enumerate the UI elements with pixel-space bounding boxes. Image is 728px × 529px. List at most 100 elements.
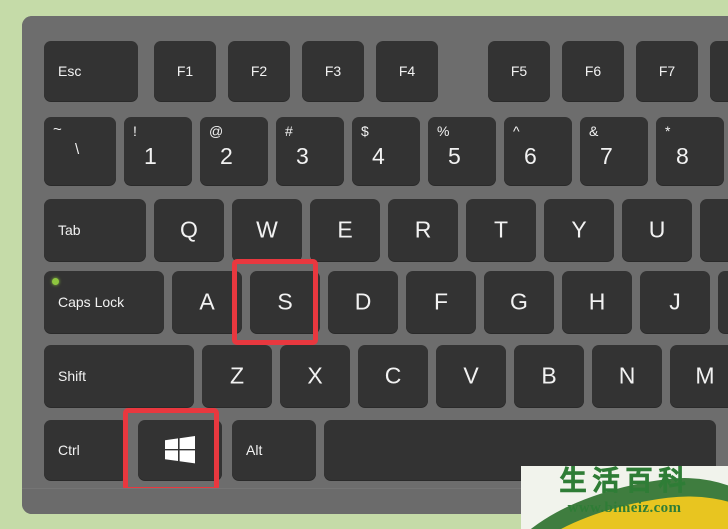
key-label: Caps Lock: [58, 294, 125, 310]
key-label: T: [493, 216, 509, 243]
key-i[interactable]: I: [700, 199, 728, 261]
key-z[interactable]: Z: [202, 345, 272, 407]
key-c[interactable]: C: [358, 345, 428, 407]
key-f3[interactable]: F3: [302, 41, 364, 101]
key-digit-2[interactable]: @2: [200, 117, 268, 185]
watermark-chinese-text: 生活百科: [559, 466, 692, 497]
key-label: Esc: [58, 63, 82, 79]
key-g[interactable]: G: [484, 271, 554, 333]
key-label: Ctrl: [58, 442, 80, 458]
key-label: F6: [584, 63, 602, 79]
key-label: E: [337, 216, 353, 243]
key-legend-base: 3: [296, 143, 309, 169]
key-q[interactable]: Q: [154, 199, 224, 261]
key-legend-base: 6: [524, 143, 537, 169]
key-label: J: [669, 288, 681, 315]
key-legend-base: 2: [220, 143, 233, 169]
key-label: Q: [180, 216, 198, 243]
key-label: G: [510, 288, 528, 315]
key-b[interactable]: B: [514, 345, 584, 407]
key-digit-7[interactable]: & 7: [580, 117, 648, 185]
key-j[interactable]: J: [640, 271, 710, 333]
key-legend-shifted: $: [361, 123, 369, 139]
key-alt[interactable]: Alt: [232, 420, 316, 480]
key-u[interactable]: U: [622, 199, 692, 261]
key-k[interactable]: K: [718, 271, 728, 333]
key-f2[interactable]: F2: [228, 41, 290, 101]
key-label: I: [700, 217, 728, 244]
key-y[interactable]: Y: [544, 199, 614, 261]
key-ctrl[interactable]: Ctrl: [44, 420, 128, 480]
key-esc[interactable]: Esc: [44, 41, 138, 101]
key-label: U: [648, 216, 666, 243]
key-legend-base: 8: [676, 143, 689, 169]
key-label: F5: [510, 63, 528, 79]
key-label: F8: [710, 63, 728, 79]
key-a[interactable]: A: [172, 271, 242, 333]
keyboard: EscF1F2F3F4F5F6F7F8~\!1@2#3$4%5^6&7*8(9T…: [22, 16, 728, 514]
key-legend-shifted: !: [133, 123, 137, 139]
caps-lock-led-icon: [52, 278, 59, 285]
key-label: Tab: [58, 222, 81, 238]
key-f4[interactable]: F4: [376, 41, 438, 101]
key-legend-shifted: #: [285, 123, 293, 139]
key-label: F: [433, 288, 449, 315]
key-f5[interactable]: F5: [488, 41, 550, 101]
key-legend-base: 4: [372, 143, 385, 169]
key-tab[interactable]: Tab: [44, 199, 146, 261]
key-legend-shifted: &: [589, 123, 599, 139]
key-label: F3: [324, 63, 342, 79]
windows-logo-icon: [165, 436, 195, 464]
key-shift[interactable]: Shift: [44, 345, 194, 407]
key-e[interactable]: E: [310, 199, 380, 261]
key-w[interactable]: W: [232, 199, 302, 261]
key-legend-shifted: @: [209, 123, 224, 139]
key-digit-6[interactable]: ^ 6: [504, 117, 572, 185]
watermark-url: www.bimeiz.com: [567, 500, 682, 516]
key-digit-3[interactable]: #3: [276, 117, 344, 185]
key-label: R: [414, 216, 432, 243]
key-backtick[interactable]: ~ \: [44, 117, 116, 185]
key-label: A: [199, 288, 215, 315]
key-digit-1[interactable]: ! 1: [124, 117, 192, 185]
key-label: Shift: [58, 368, 87, 384]
key-digit-4[interactable]: $4: [352, 117, 420, 185]
key-label: B: [541, 362, 557, 389]
key-label: X: [307, 362, 323, 389]
key-d[interactable]: D: [328, 271, 398, 333]
key-label: Z: [229, 362, 245, 389]
key-legend-base: 7: [600, 143, 613, 169]
keyboard-deck: EscF1F2F3F4F5F6F7F8~\!1@2#3$4%5^6&7*8(9T…: [22, 16, 728, 492]
key-legend-shifted: %: [437, 123, 450, 139]
key-label: N: [618, 362, 636, 389]
key-f8[interactable]: F8: [710, 41, 728, 101]
key-n[interactable]: N: [592, 345, 662, 407]
key-x[interactable]: X: [280, 345, 350, 407]
key-f6[interactable]: F6: [562, 41, 624, 101]
key-label: H: [588, 288, 606, 315]
key-t[interactable]: T: [466, 199, 536, 261]
key-digit-8[interactable]: * 8: [656, 117, 724, 185]
key-digit-5[interactable]: % 5: [428, 117, 496, 185]
watermark: 生活百科 www.bimeiz.com: [521, 466, 728, 529]
key-caps-lock[interactable]: Caps Lock: [44, 271, 164, 333]
key-f[interactable]: F: [406, 271, 476, 333]
key-label: M: [695, 362, 715, 389]
key-label: W: [256, 216, 278, 243]
key-h[interactable]: H: [562, 271, 632, 333]
key-label: Y: [571, 216, 587, 243]
key-windows[interactable]: [138, 420, 222, 480]
key-label: C: [384, 362, 402, 389]
key-legend-base: 1: [144, 143, 157, 169]
key-label: Alt: [246, 442, 263, 458]
key-f7[interactable]: F7: [636, 41, 698, 101]
key-label: F4: [398, 63, 416, 79]
key-s[interactable]: S: [250, 271, 320, 333]
key-label: F2: [250, 63, 268, 79]
key-m[interactable]: M: [670, 345, 728, 407]
key-r[interactable]: R: [388, 199, 458, 261]
key-label: D: [354, 288, 372, 315]
key-label: K: [718, 289, 728, 316]
key-f1[interactable]: F1: [154, 41, 216, 101]
key-v[interactable]: V: [436, 345, 506, 407]
